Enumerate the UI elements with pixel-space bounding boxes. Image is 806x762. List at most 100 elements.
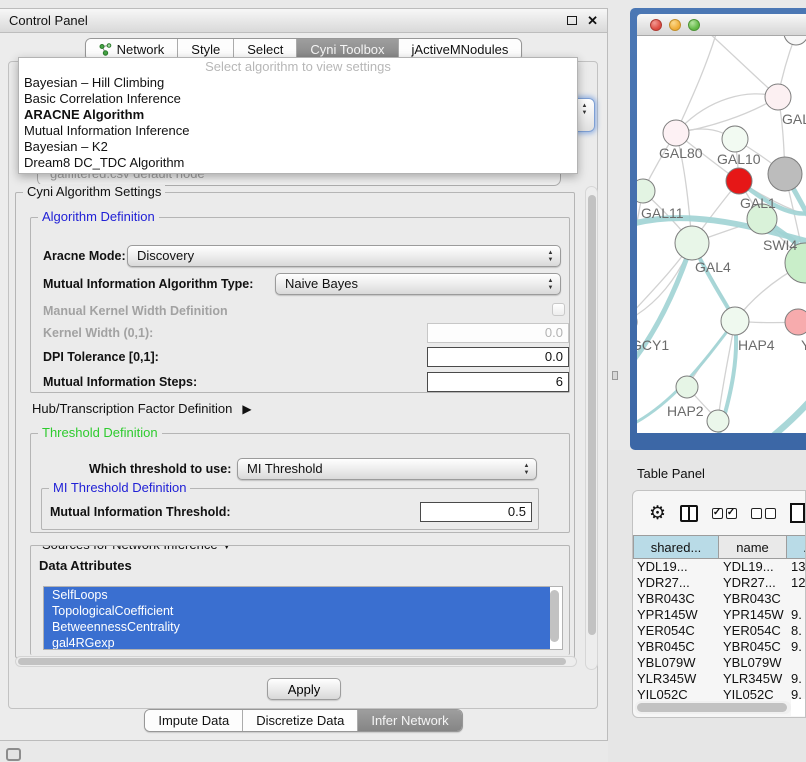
table-row[interactable]: YLR345WYLR345W9. — [633, 671, 806, 687]
attribute-item-selfloops[interactable]: SelfLoops — [44, 587, 550, 603]
which-threshold-label: Which threshold to use: — [89, 462, 231, 476]
tab-discretize-data[interactable]: Discretize Data — [242, 710, 357, 731]
algorithm-option-dream8-dc-tdc-algorithm[interactable]: Dream8 DC_TDC Algorithm — [19, 155, 577, 171]
algorithm-option-bayesian-hill-climbing[interactable]: Bayesian – Hill Climbing — [19, 75, 577, 91]
table-toolbar: ⚙ — [633, 491, 805, 535]
network-node-red-node[interactable] — [726, 168, 752, 194]
apply-button[interactable]: Apply — [267, 678, 341, 700]
network-node-hap4[interactable] — [721, 307, 749, 335]
dpi-tolerance-label: DPI Tolerance [0,1]: — [43, 350, 159, 364]
table-panel-window: ⚙ shared...nameA YDL19...YDL19...13YDR27… — [632, 490, 806, 718]
network-node-gray-node[interactable] — [768, 157, 802, 191]
hub-expander-label: Hub/Transcription Factor Definition — [32, 401, 232, 416]
table-cell: YDL19... — [719, 559, 787, 575]
network-node-y[interactable] — [785, 309, 806, 335]
network-node-gal80[interactable] — [663, 120, 689, 146]
mi-algorithm-type-label: Mutual Information Algorithm Type: — [43, 277, 253, 291]
dpi-tolerance-field[interactable]: 0.0 — [427, 347, 569, 367]
tab-label: Discretize Data — [256, 713, 344, 728]
horizontal-scrollbar-thumb[interactable] — [18, 658, 566, 665]
tab-impute-data[interactable]: Impute Data — [145, 710, 242, 731]
vertical-scrollbar-thumb[interactable] — [588, 195, 596, 635]
table-row[interactable]: YBR045CYBR045C9. — [633, 639, 806, 655]
gear-icon[interactable]: ⚙ — [649, 504, 666, 523]
table-header-row: shared...nameA — [633, 535, 806, 559]
aracne-mode-combo[interactable]: Discovery ▲▼ — [127, 245, 561, 267]
table-horizontal-scrollbar[interactable] — [635, 701, 791, 714]
minimize-traffic-light[interactable] — [669, 19, 681, 31]
list-scrollbar-thumb[interactable] — [550, 590, 559, 642]
algorithm-option-mutual-information-inference[interactable]: Mutual Information Inference — [19, 123, 577, 139]
table-row[interactable]: YBR043CYBR043C — [633, 591, 806, 607]
table-cell: 9. — [787, 639, 806, 655]
settings-vertical-scrollbar[interactable] — [585, 186, 598, 670]
network-node-bottom-node[interactable] — [707, 410, 729, 432]
network-canvas[interactable]: GALGAL80GAL10GAL11GAL1GAL4SWI4GCY1HAP4YH… — [637, 36, 806, 433]
mi-steps-field[interactable]: 6 — [427, 372, 569, 392]
data-attributes-label: Data Attributes — [39, 558, 132, 573]
table-cell — [787, 655, 806, 671]
sources-group: Sources for Network Inference ▼ Data Att… — [30, 545, 570, 655]
settings-horizontal-scrollbar[interactable] — [15, 656, 577, 667]
hub-transcription-expander[interactable]: Hub/Transcription Factor Definition▶ — [32, 401, 252, 416]
attribute-item-gal4rgexp[interactable]: gal4RGexp — [44, 635, 550, 650]
data-attributes-list[interactable]: SelfLoopsTopologicalCoefficientBetweenne… — [43, 586, 563, 650]
group-title: MI Threshold Definition — [49, 480, 190, 495]
algorithm-option-bayesian-k2[interactable]: Bayesian – K2 — [19, 139, 577, 155]
table-row[interactable]: YER054CYER054C8. — [633, 623, 806, 639]
group-title: Threshold Definition — [38, 425, 162, 440]
float-window-button[interactable] — [567, 16, 577, 25]
dropdown-placeholder: Select algorithm to view settings — [19, 58, 577, 75]
tab-infer-network[interactable]: Infer Network — [357, 710, 461, 731]
mi-threshold-definition-group: MI Threshold Definition Mutual Informati… — [41, 488, 539, 530]
table-cell: YPR145W — [719, 607, 787, 623]
combo-arrows-icon: ▲▼ — [522, 463, 531, 477]
close-window-button[interactable]: ✕ — [587, 16, 598, 26]
network-edge — [676, 97, 778, 133]
close-traffic-light[interactable] — [650, 19, 662, 31]
attribute-item-betweennesscentrality[interactable]: BetweennessCentrality — [44, 619, 550, 635]
column-header-a[interactable]: A — [787, 535, 806, 559]
table-row[interactable]: YDL19...YDL19...13 — [633, 559, 806, 575]
table-scrollbar-thumb[interactable] — [637, 703, 787, 712]
table-row[interactable]: YDR27...YDR27...12 — [633, 575, 806, 591]
column-header-shared[interactable]: shared... — [633, 535, 719, 559]
splitter-grip[interactable] — [612, 371, 618, 380]
tab-label: Infer Network — [371, 713, 448, 728]
split-columns-icon[interactable] — [680, 505, 698, 522]
table-body: YDL19...YDL19...13YDR27...YDR27...12YBR0… — [633, 559, 806, 703]
algorithm-option-basic-correlation-inference[interactable]: Basic Correlation Inference — [19, 91, 577, 107]
select-all-checkboxes-icon[interactable] — [712, 508, 737, 519]
combo-arrows-icon: ▲▼ — [580, 103, 589, 117]
which-threshold-combo[interactable]: MI Threshold ▲▼ — [237, 458, 537, 480]
node-label-gal4: GAL4 — [695, 259, 731, 275]
table-cell: YLR345W — [633, 671, 719, 687]
table-row[interactable]: YPR145WYPR145W9. — [633, 607, 806, 623]
network-node-gal10[interactable] — [722, 126, 748, 152]
network-node-gal4[interactable] — [675, 226, 709, 260]
deselect-all-checkboxes-icon[interactable] — [751, 508, 776, 519]
tab-label: Cyni Toolbox — [310, 42, 384, 57]
algorithm-option-aracne-algorithm[interactable]: ARACNE Algorithm — [19, 107, 577, 123]
column-header-name[interactable]: name — [719, 535, 787, 559]
network-node-top-partial[interactable] — [784, 36, 806, 45]
network-edge — [733, 388, 806, 433]
attribute-item-topologicalcoefficient[interactable]: TopologicalCoefficient — [44, 603, 550, 619]
table-cell: YER054C — [719, 623, 787, 639]
mi-algorithm-type-combo[interactable]: Naive Bayes ▲▼ — [275, 273, 561, 295]
zoom-traffic-light[interactable] — [688, 19, 700, 31]
network-node-gal[interactable] — [765, 84, 791, 110]
node-table: shared...nameA YDL19...YDL19...13YDR27..… — [633, 535, 806, 703]
mi-steps-value: 6 — [428, 373, 568, 390]
sources-group-title[interactable]: Sources for Network Inference ▼ — [38, 545, 236, 552]
mi-threshold-field[interactable]: 0.5 — [420, 502, 532, 522]
network-window-titlebar[interactable] — [637, 14, 806, 36]
table-row[interactable]: YBL079WYBL079W — [633, 655, 806, 671]
table-cell: YBR045C — [633, 639, 719, 655]
file-icon[interactable] — [790, 503, 805, 523]
table-cell: YBR043C — [633, 591, 719, 607]
minimized-panel-icon[interactable] — [6, 748, 21, 761]
table-cell: YLR345W — [719, 671, 787, 687]
table-cell: YPR145W — [633, 607, 719, 623]
network-node-hap2[interactable] — [676, 376, 698, 398]
